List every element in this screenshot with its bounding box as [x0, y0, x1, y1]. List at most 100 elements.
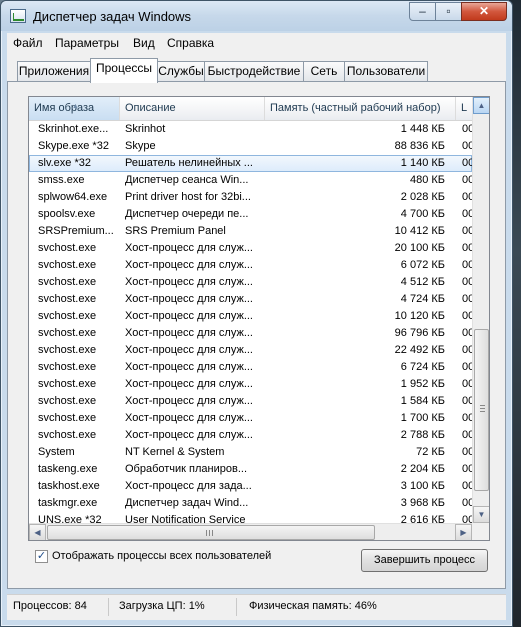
table-row[interactable]: splwow64.exe Print driver host for 32bi..… [29, 189, 474, 206]
scroll-right-icon[interactable]: ▶ [455, 524, 472, 540]
process-description-cell: Хост-процесс для служ... [125, 395, 253, 407]
table-row[interactable]: svchost.exe Хост-процесс для служ... 4 724… [29, 291, 474, 308]
menu-options[interactable]: Параметры [55, 36, 119, 50]
scroll-up-icon[interactable]: ▲ [473, 97, 489, 114]
process-description-cell: Обработчик планиров... [125, 463, 248, 475]
menu-help[interactable]: Справка [167, 36, 214, 50]
process-memory-cell: 2 788 КБ [400, 429, 445, 441]
tab-users[interactable]: Пользователи [344, 61, 428, 81]
table-row[interactable]: svchost.exe Хост-процесс для служ... 6 724… [29, 359, 474, 376]
table-row[interactable]: slv.exe *32 Решатель нелинейных ... 1 140 … [29, 155, 474, 172]
process-description-cell: Хост-процесс для служ... [125, 344, 253, 356]
menu-bar: Файл Параметры Вид Справка [7, 33, 506, 55]
process-description-cell: Хост-процесс для служ... [125, 378, 253, 390]
table-row[interactable]: svchost.exe Хост-процесс для служ... 20 10… [29, 240, 474, 257]
process-memory-cell: 88 836 КБ [394, 140, 445, 152]
process-memory-cell: 10 412 КБ [394, 225, 445, 237]
process-description-cell: Диспетчер очереди пе... [125, 208, 249, 220]
menu-file[interactable]: Файл [13, 36, 43, 50]
process-memory-cell: 20 100 КБ [394, 242, 445, 254]
process-memory-cell: 4 512 КБ [400, 276, 445, 288]
table-row[interactable]: svchost.exe Хост-процесс для служ... 2 788… [29, 427, 474, 444]
table-row[interactable]: svchost.exe Хост-процесс для служ... 1 700… [29, 410, 474, 427]
tab-services[interactable]: Службы [157, 61, 205, 81]
table-row[interactable]: Skrinhot.exe... Skrinhot 1 448 КБ 00 [29, 121, 474, 138]
process-memory-cell: 6 072 КБ [400, 259, 445, 271]
process-memory-cell: 4 700 КБ [400, 208, 445, 220]
menu-view[interactable]: Вид [133, 36, 155, 50]
table-row[interactable]: Skype.exe *32 Skype 88 836 КБ 00 [29, 138, 474, 155]
scrollbar-corner [472, 523, 489, 540]
process-description-cell: Диспетчер сеанса Win... [125, 174, 249, 186]
process-name-cell: svchost.exe [38, 259, 97, 271]
minimize-button[interactable]: ‒ [409, 2, 436, 21]
status-process-count: Процессов: 84 [13, 600, 87, 612]
process-name-cell: svchost.exe [38, 412, 97, 424]
process-description-cell: Хост-процесс для служ... [125, 276, 253, 288]
table-row[interactable]: taskmgr.exe Диспетчер задач Wind... 3 968 … [29, 495, 474, 512]
tab-strip: Приложения Процессы Службы Быстродействи… [7, 54, 506, 83]
horizontal-scrollbar[interactable]: ◀ ▶ [29, 523, 472, 540]
process-memory-cell: 22 492 КБ [394, 344, 445, 356]
process-name-cell: svchost.exe [38, 344, 97, 356]
table-row[interactable]: svchost.exe Хост-процесс для служ... 4 512… [29, 274, 474, 291]
end-process-button[interactable]: Завершить процесс [361, 549, 488, 572]
vertical-scrollbar[interactable]: ▲ ▼ [472, 97, 489, 523]
process-memory-cell: 3 968 КБ [400, 497, 445, 509]
process-description-cell: Хост-процесс для служ... [125, 259, 253, 271]
process-description-cell: Skype [125, 140, 156, 152]
task-manager-window: Диспетчер задач Windows ‒ ▫ ✕ Файл Парам… [0, 0, 513, 627]
table-row[interactable]: svchost.exe Хост-процесс для служ... 1 952… [29, 376, 474, 393]
scroll-left-icon[interactable]: ◀ [29, 524, 46, 540]
maximize-button[interactable]: ▫ [435, 2, 462, 21]
tab-processes[interactable]: Процессы [90, 58, 158, 83]
scroll-down-icon[interactable]: ▼ [473, 506, 489, 523]
vertical-scroll-thumb[interactable] [474, 329, 489, 491]
table-row[interactable]: taskhost.exe Хост-процесс для зада... 3 10… [29, 478, 474, 495]
process-name-cell: svchost.exe [38, 293, 97, 305]
process-memory-cell: 10 120 КБ [394, 310, 445, 322]
status-cpu-usage: Загрузка ЦП: 1% [119, 600, 205, 612]
process-description-cell: Решатель нелинейных ... [125, 157, 253, 169]
process-memory-cell: 2 204 КБ [400, 463, 445, 475]
process-memory-cell: 6 724 КБ [400, 361, 445, 373]
process-description-cell: Хост-процесс для служ... [125, 242, 253, 254]
table-row[interactable]: svchost.exe Хост-процесс для служ... 6 072… [29, 257, 474, 274]
column-description[interactable]: Описание [120, 97, 265, 120]
process-name-cell: spoolsv.exe [38, 208, 96, 220]
list-header: ▲ Имя образа Описание Память (частный ра… [29, 97, 472, 121]
table-row[interactable]: SRSPremium... SRS Premium Panel 10 412 КБ 0… [29, 223, 474, 240]
table-row[interactable]: spoolsv.exe Диспетчер очереди пе... 4 700 … [29, 206, 474, 223]
table-row[interactable]: svchost.exe Хост-процесс для служ... 10 12… [29, 308, 474, 325]
close-button[interactable]: ✕ [461, 2, 507, 21]
table-row[interactable]: svchost.exe Хост-процесс для служ... 96 79… [29, 325, 474, 342]
process-memory-cell: 96 796 КБ [394, 327, 445, 339]
tab-applications[interactable]: Приложения [17, 61, 91, 81]
table-row[interactable]: smss.exe Диспетчер сеанса Win... 480 КБ 00 [29, 172, 474, 189]
tab-performance[interactable]: Быстродействие [204, 61, 304, 81]
column-image-name-label: Имя образа [34, 102, 95, 114]
show-all-users-label[interactable]: Отображать процессы всех пользователей [52, 550, 271, 562]
process-name-cell: svchost.exe [38, 429, 97, 441]
table-row[interactable]: System NT Kernel & System 72 КБ 00 [29, 444, 474, 461]
table-row[interactable]: svchost.exe Хост-процесс для служ... 22 49… [29, 342, 474, 359]
column-extra[interactable]: L [456, 97, 472, 120]
process-memory-cell: 72 КБ [416, 446, 445, 458]
process-name-cell: smss.exe [38, 174, 85, 186]
column-memory[interactable]: Память (частный рабочий набор) [265, 97, 456, 120]
process-name-cell: Skrinhot.exe... [38, 123, 109, 135]
process-description-cell: Хост-процесс для служ... [125, 429, 253, 441]
sort-ascending-icon: ▲ [72, 103, 79, 110]
process-name-cell: svchost.exe [38, 310, 97, 322]
process-memory-cell: 1 700 КБ [400, 412, 445, 424]
table-row[interactable]: taskeng.exe Обработчик планиров... 2 204 К… [29, 461, 474, 478]
process-description-cell: Хост-процесс для служ... [125, 327, 253, 339]
tab-network[interactable]: Сеть [303, 61, 345, 81]
process-list[interactable]: ▲ Имя образа Описание Память (частный ра… [28, 96, 490, 541]
show-all-users-checkbox[interactable]: ✓ [35, 550, 48, 563]
task-manager-icon [10, 9, 26, 23]
table-row[interactable]: svchost.exe Хост-процесс для служ... 1 584… [29, 393, 474, 410]
column-image-name[interactable]: ▲ Имя образа [29, 97, 120, 120]
process-memory-cell: 1 448 КБ [400, 123, 445, 135]
horizontal-scroll-thumb[interactable] [47, 525, 375, 540]
